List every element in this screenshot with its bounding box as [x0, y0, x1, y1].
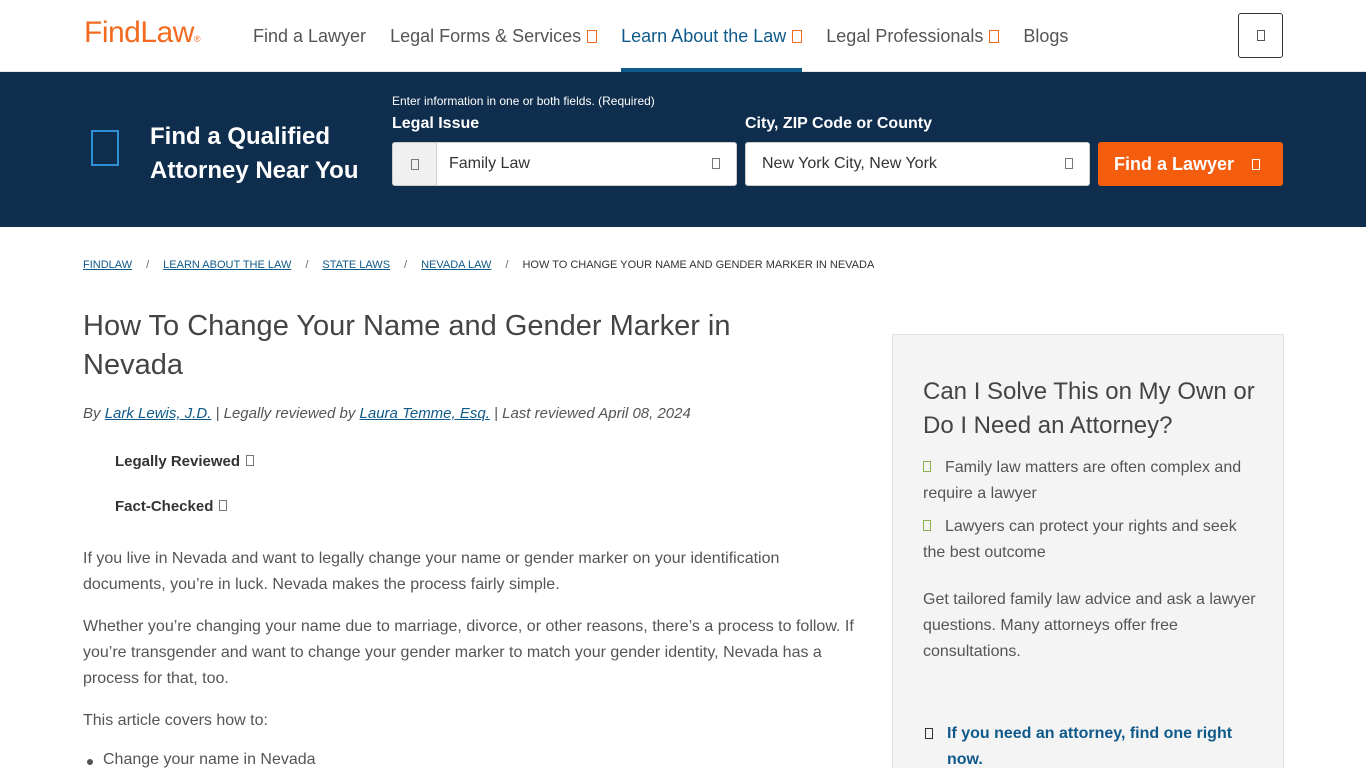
site-header: FindLaw® Find a Lawyer Legal Forms & Ser… [0, 0, 1366, 72]
breadcrumb-state-laws[interactable]: STATE LAWS [322, 259, 390, 271]
findlaw-logo[interactable]: FindLaw® [84, 16, 201, 50]
location-label: City, ZIP Code or County [745, 115, 932, 132]
breadcrumb-learn-about-the-law[interactable]: LEARN ABOUT THE LAW [163, 259, 291, 271]
location-input[interactable] [762, 155, 992, 173]
nav-blogs[interactable]: Blogs [1023, 0, 1068, 72]
chevron-down-icon [989, 29, 1000, 43]
list-item: Change your name in Nevada [87, 751, 316, 768]
search-hint: Enter information in one or both fields.… [392, 94, 655, 108]
arrow-icon [925, 728, 933, 739]
nav-legal-forms-services[interactable]: Legal Forms & Services [390, 0, 598, 72]
reviewer-link[interactable]: Laura Temme, Esq. [360, 405, 490, 422]
search-band-title: Find a Qualified Attorney Near You [150, 123, 359, 184]
article-paragraph: This article covers how to: [83, 712, 268, 729]
byline: By Lark Lewis, J.D. | Legally reviewed b… [83, 405, 691, 422]
check-icon [923, 520, 931, 531]
find-attorney-link[interactable]: If you need an attorney, find one right … [923, 721, 1253, 768]
article-paragraph: If you live in Nevada and want to legall… [83, 550, 780, 593]
search-icon [393, 143, 437, 185]
arrow-right-icon [1252, 158, 1261, 170]
sidebar-text: Get tailored family law advice and ask a… [923, 591, 1256, 660]
nav-learn-about-the-law[interactable]: Learn About the Law [621, 0, 803, 72]
check-icon [923, 461, 931, 472]
article-paragraph: Whether you’re changing your name due to… [83, 618, 854, 687]
menu-icon [1256, 30, 1265, 41]
menu-button[interactable] [1238, 13, 1283, 58]
chevron-down-icon [587, 29, 598, 43]
breadcrumb: FINDLAW / LEARN ABOUT THE LAW / STATE LA… [83, 259, 875, 271]
legal-issue-input[interactable] [449, 155, 679, 173]
sidebar-cta-box: Can I Solve This on My Own or Do I Need … [892, 334, 1284, 768]
location-pin-icon [91, 130, 119, 166]
legal-issue-field[interactable] [392, 142, 737, 186]
author-link[interactable]: Lark Lewis, J.D. [105, 405, 212, 422]
nav-find-a-lawyer[interactable]: Find a Lawyer [253, 0, 366, 72]
breadcrumb-findlaw[interactable]: FINDLAW [83, 259, 132, 271]
clear-icon[interactable] [712, 158, 720, 169]
chevron-down-icon [792, 29, 803, 43]
legal-issue-label: Legal Issue [392, 115, 480, 132]
breadcrumb-current: HOW TO CHANGE YOUR NAME AND GENDER MARKE… [522, 259, 875, 271]
fact-checked-badge[interactable]: Fact-Checked [115, 498, 228, 515]
main-nav: Find a Lawyer Legal Forms & Services Lea… [253, 0, 1092, 72]
breadcrumb-nevada-law[interactable]: NEVADA LAW [421, 259, 491, 271]
nav-legal-professionals[interactable]: Legal Professionals [826, 0, 1000, 72]
page-title: How To Change Your Name and Gender Marke… [83, 310, 731, 381]
find-a-lawyer-button[interactable]: Find a Lawyer [1098, 142, 1283, 186]
chevron-down-icon [246, 455, 255, 466]
sidebar-check-item: Family law matters are often complex and… [923, 459, 1242, 502]
clear-icon[interactable] [1065, 158, 1073, 169]
sidebar-title: Can I Solve This on My Own or Do I Need … [923, 378, 1255, 439]
legally-reviewed-badge[interactable]: Legally Reviewed [115, 453, 255, 470]
location-field[interactable] [745, 142, 1090, 186]
attorney-search-band: Find a Qualified Attorney Near You Enter… [0, 72, 1366, 227]
sidebar-check-item: Lawyers can protect your rights and seek… [923, 518, 1237, 561]
chevron-down-icon [219, 500, 228, 511]
